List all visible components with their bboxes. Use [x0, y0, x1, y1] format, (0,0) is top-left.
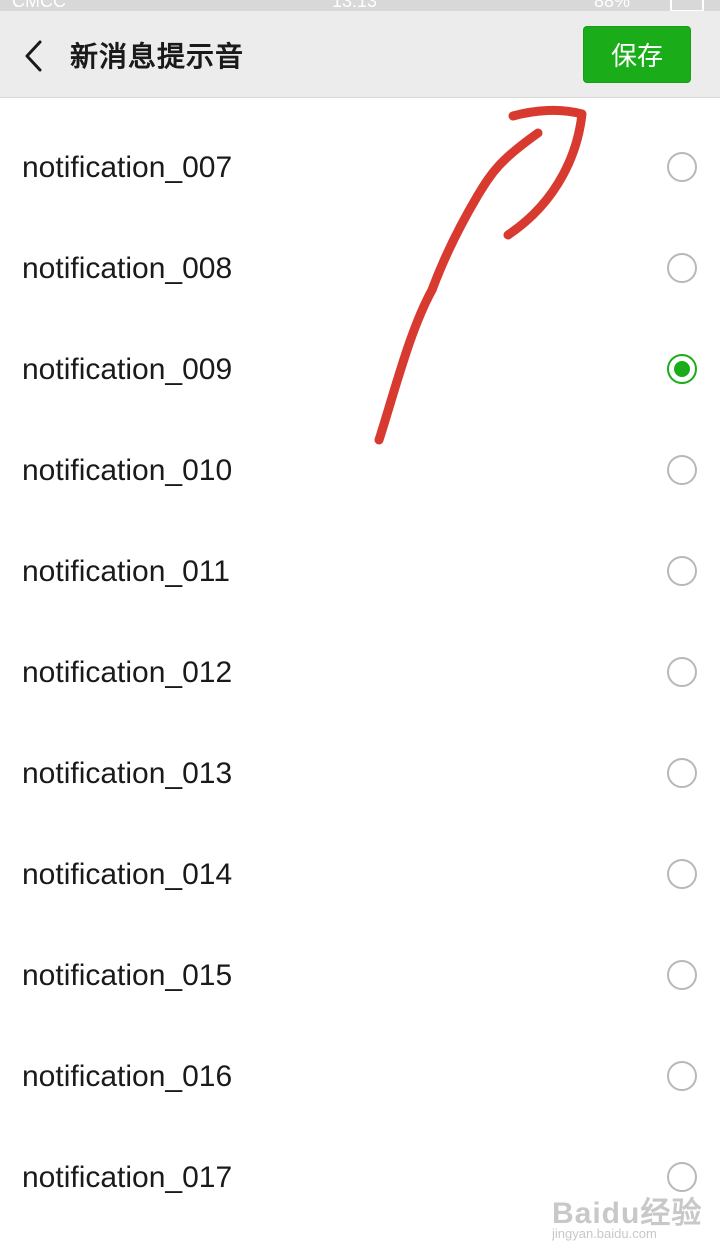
radio-unchecked-icon[interactable]: [667, 556, 697, 586]
radio-unchecked-icon[interactable]: [667, 859, 697, 889]
sound-option-label: notification_014: [22, 858, 233, 891]
sound-option-label: notification_013: [22, 757, 233, 790]
radio-unchecked-icon[interactable]: [667, 657, 697, 687]
sound-option-label: notification_011: [22, 555, 230, 588]
sound-option-row[interactable]: notification_014: [0, 823, 720, 924]
sound-option-label: notification_007: [22, 151, 233, 184]
radio-unchecked-icon[interactable]: [667, 152, 697, 182]
battery-icon: [670, 0, 704, 11]
sound-option-row[interactable]: notification_009: [0, 318, 720, 419]
sound-option-row[interactable]: notification_016: [0, 1025, 720, 1126]
page-title: 新消息提示音: [70, 40, 245, 73]
sound-option-row[interactable]: notification_010: [0, 419, 720, 520]
sound-option-row[interactable]: notification_011: [0, 520, 720, 621]
sound-option-label: notification_010: [22, 454, 233, 487]
back-button[interactable]: [10, 31, 60, 79]
radio-checked-icon[interactable]: [667, 354, 697, 384]
radio-unchecked-icon[interactable]: [667, 253, 697, 283]
sound-option-label: notification_017: [22, 1161, 233, 1194]
watermark-url: jingyan.baidu.com: [552, 1226, 657, 1241]
sound-option-row[interactable]: notification_007: [0, 116, 720, 217]
clock-text: 13:13: [332, 0, 378, 11]
title-bar: 新消息提示音 保存: [0, 11, 720, 98]
sound-option-row[interactable]: notification_013: [0, 722, 720, 823]
carrier-text: CMCC: [12, 0, 66, 11]
sound-option-row[interactable]: notification_012: [0, 621, 720, 722]
sound-option-label: notification_015: [22, 959, 233, 992]
sound-option-row[interactable]: notification_015: [0, 924, 720, 1025]
chevron-left-icon: [25, 40, 42, 72]
sound-option-label: notification_016: [22, 1060, 233, 1093]
battery-percent: 88%: [593, 0, 630, 11]
sound-option-label: notification_009: [22, 353, 233, 386]
radio-unchecked-icon[interactable]: [667, 455, 697, 485]
radio-unchecked-icon[interactable]: [667, 960, 697, 990]
sound-option-label: notification_012: [22, 656, 233, 689]
baidu-watermark: Baidu经验 jingyan.baidu.com: [552, 1188, 712, 1244]
status-bar: CMCC 13:13 88%: [0, 0, 720, 11]
sound-option-label: notification_008: [22, 252, 233, 285]
radio-unchecked-icon[interactable]: [667, 758, 697, 788]
radio-unchecked-icon[interactable]: [667, 1061, 697, 1091]
sound-option-row[interactable]: notification_008: [0, 217, 720, 318]
save-button[interactable]: 保存: [583, 26, 691, 83]
